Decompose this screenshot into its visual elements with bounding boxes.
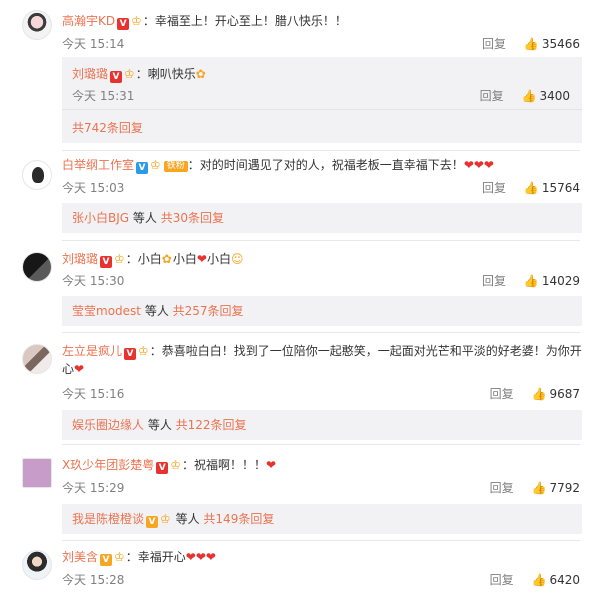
comment-text: ：幸福开心: [125, 550, 186, 564]
reply-user[interactable]: 莹莹modest: [72, 304, 141, 318]
sub-reply-box: 张小白BJG 等人 共30条回复: [62, 203, 582, 233]
more-replies-link[interactable]: 共149条回复: [203, 512, 274, 526]
more-text: 等人: [144, 418, 176, 432]
like-count: 15764: [541, 181, 580, 195]
avatar[interactable]: [22, 252, 52, 282]
avatar[interactable]: [22, 458, 52, 488]
sub-reply-box: 我是陈橙橙谈 V ♔ 等人 共149条回复: [62, 504, 582, 534]
more-replies-link[interactable]: 共30条回复: [161, 211, 224, 225]
thumb-up-icon[interactable]: 👍: [532, 481, 547, 495]
timestamp: 今天 15:31: [72, 89, 135, 103]
divider: [62, 444, 580, 445]
thumb-up-icon[interactable]: 👍: [532, 387, 547, 401]
verified-v-icon: V: [110, 71, 123, 83]
verified-v-icon: V: [100, 256, 113, 268]
comment-text: ：祝福啊！！！: [182, 458, 267, 472]
party-icon: ✿: [195, 67, 206, 81]
divider: [62, 540, 580, 541]
timestamp: 今天 15:28: [62, 573, 125, 587]
timestamp: 今天 15:30: [62, 274, 125, 288]
heart-icon: ❤: [74, 362, 85, 376]
username[interactable]: 刘美含: [62, 550, 98, 564]
username[interactable]: 刘璐璐: [62, 252, 98, 266]
reply-user[interactable]: 张小白BJG: [72, 211, 129, 225]
thumb-up-icon[interactable]: 👍: [524, 274, 539, 288]
username[interactable]: 白举纲工作室: [62, 158, 134, 172]
comment-text: ：小白: [125, 252, 162, 266]
party-icon: ✿: [161, 252, 172, 266]
verified-v-icon: V: [146, 516, 159, 528]
like-count: 14029: [541, 274, 580, 288]
username[interactable]: 高瀚宇KD: [62, 14, 115, 28]
heart-icon: ❤: [196, 252, 207, 266]
more-text: 等人: [141, 304, 173, 318]
reply-user[interactable]: 娱乐圈边缘人: [72, 418, 144, 432]
like-count: 9687: [549, 387, 580, 401]
divider: [62, 109, 582, 110]
avatar[interactable]: [22, 160, 52, 190]
like-count: 35466: [541, 37, 580, 51]
crown-icon: ♔: [131, 14, 142, 28]
verified-v-icon: V: [136, 162, 149, 174]
crown-icon: ♔: [160, 512, 171, 526]
sub-reply-box: 娱乐圈边缘人 等人 共122条回复: [62, 410, 582, 440]
more-replies-link[interactable]: 共257条回复: [173, 304, 244, 318]
reply-button[interactable]: 回复: [490, 481, 514, 495]
crown-icon: ♔: [138, 344, 149, 358]
divider: [62, 150, 580, 151]
sub-reply-box: 莹莹modest 等人 共257条回复: [62, 296, 582, 326]
reply-button[interactable]: 回复: [490, 573, 514, 587]
more-replies-link[interactable]: 共742条回复: [72, 119, 143, 136]
reply-button[interactable]: 回复: [490, 387, 514, 401]
timestamp: 今天 15:29: [62, 481, 125, 495]
more-text: 等人: [171, 512, 204, 526]
thumb-up-icon[interactable]: 👍: [524, 181, 539, 195]
thumb-up-icon[interactable]: 👍: [524, 37, 539, 51]
reply-button[interactable]: 回复: [480, 89, 504, 103]
avatar[interactable]: [22, 550, 52, 580]
thumb-up-icon[interactable]: 👍: [522, 89, 537, 103]
crown-icon: ♔: [124, 67, 135, 81]
comment-text: ：幸福至上！开心至上！腊八快乐！！: [142, 14, 347, 28]
heart-icon: ❤❤❤: [463, 158, 494, 172]
timestamp: 今天 15:14: [62, 37, 125, 51]
avatar[interactable]: [22, 10, 52, 40]
more-text: 等人: [129, 211, 161, 225]
timestamp: 今天 15:16: [62, 387, 125, 401]
heart-icon: ❤: [266, 458, 277, 472]
crown-icon: ♔: [114, 252, 125, 266]
reply-button[interactable]: 回复: [482, 37, 506, 51]
verified-v-icon: V: [124, 348, 137, 360]
verified-v-icon: V: [100, 554, 113, 566]
comment-text: ：对的时间遇见了对的人，祝福老板一直幸福下去！: [187, 158, 464, 172]
smile-icon: ☺: [230, 252, 244, 266]
thumb-up-icon[interactable]: 👍: [532, 573, 547, 587]
comment-list: 高瀚宇KD V ♔：幸福至上！开心至上！腊八快乐！！ 今天 15:14 回复 👍 35…: [0, 0, 600, 596]
reply-button[interactable]: 回复: [482, 181, 506, 195]
more-replies-link[interactable]: 共122条回复: [176, 418, 247, 432]
crown-icon: ♔: [170, 458, 181, 472]
divider: [62, 240, 580, 241]
timestamp: 今天 15:03: [62, 181, 125, 195]
crown-icon: ♔: [150, 158, 161, 172]
username[interactable]: 刘璐璐: [72, 67, 108, 81]
sub-reply-box: 刘璐璐 V ♔：喇叭快乐✿ 今天 15:31 回复 👍 3400 共742条回复: [62, 57, 582, 143]
crown-icon: ♔: [114, 550, 125, 564]
verified-v-icon: V: [156, 462, 169, 474]
username[interactable]: X玖少年团彭楚粤: [62, 458, 154, 472]
like-count: 7792: [549, 481, 580, 495]
verified-v-icon: V: [117, 18, 130, 30]
divider: [62, 332, 580, 333]
fan-badge: 铁粉: [163, 161, 188, 172]
reply-user[interactable]: 我是陈橙橙谈: [72, 512, 144, 526]
reply-text: ：喇叭快乐: [135, 67, 196, 81]
like-count: 3400: [539, 89, 570, 103]
avatar[interactable]: [22, 344, 52, 374]
reply-button[interactable]: 回复: [482, 274, 506, 288]
heart-icon: ❤❤❤: [185, 550, 216, 564]
like-count: 6420: [549, 573, 580, 587]
username[interactable]: 左立是疯儿: [62, 344, 122, 358]
